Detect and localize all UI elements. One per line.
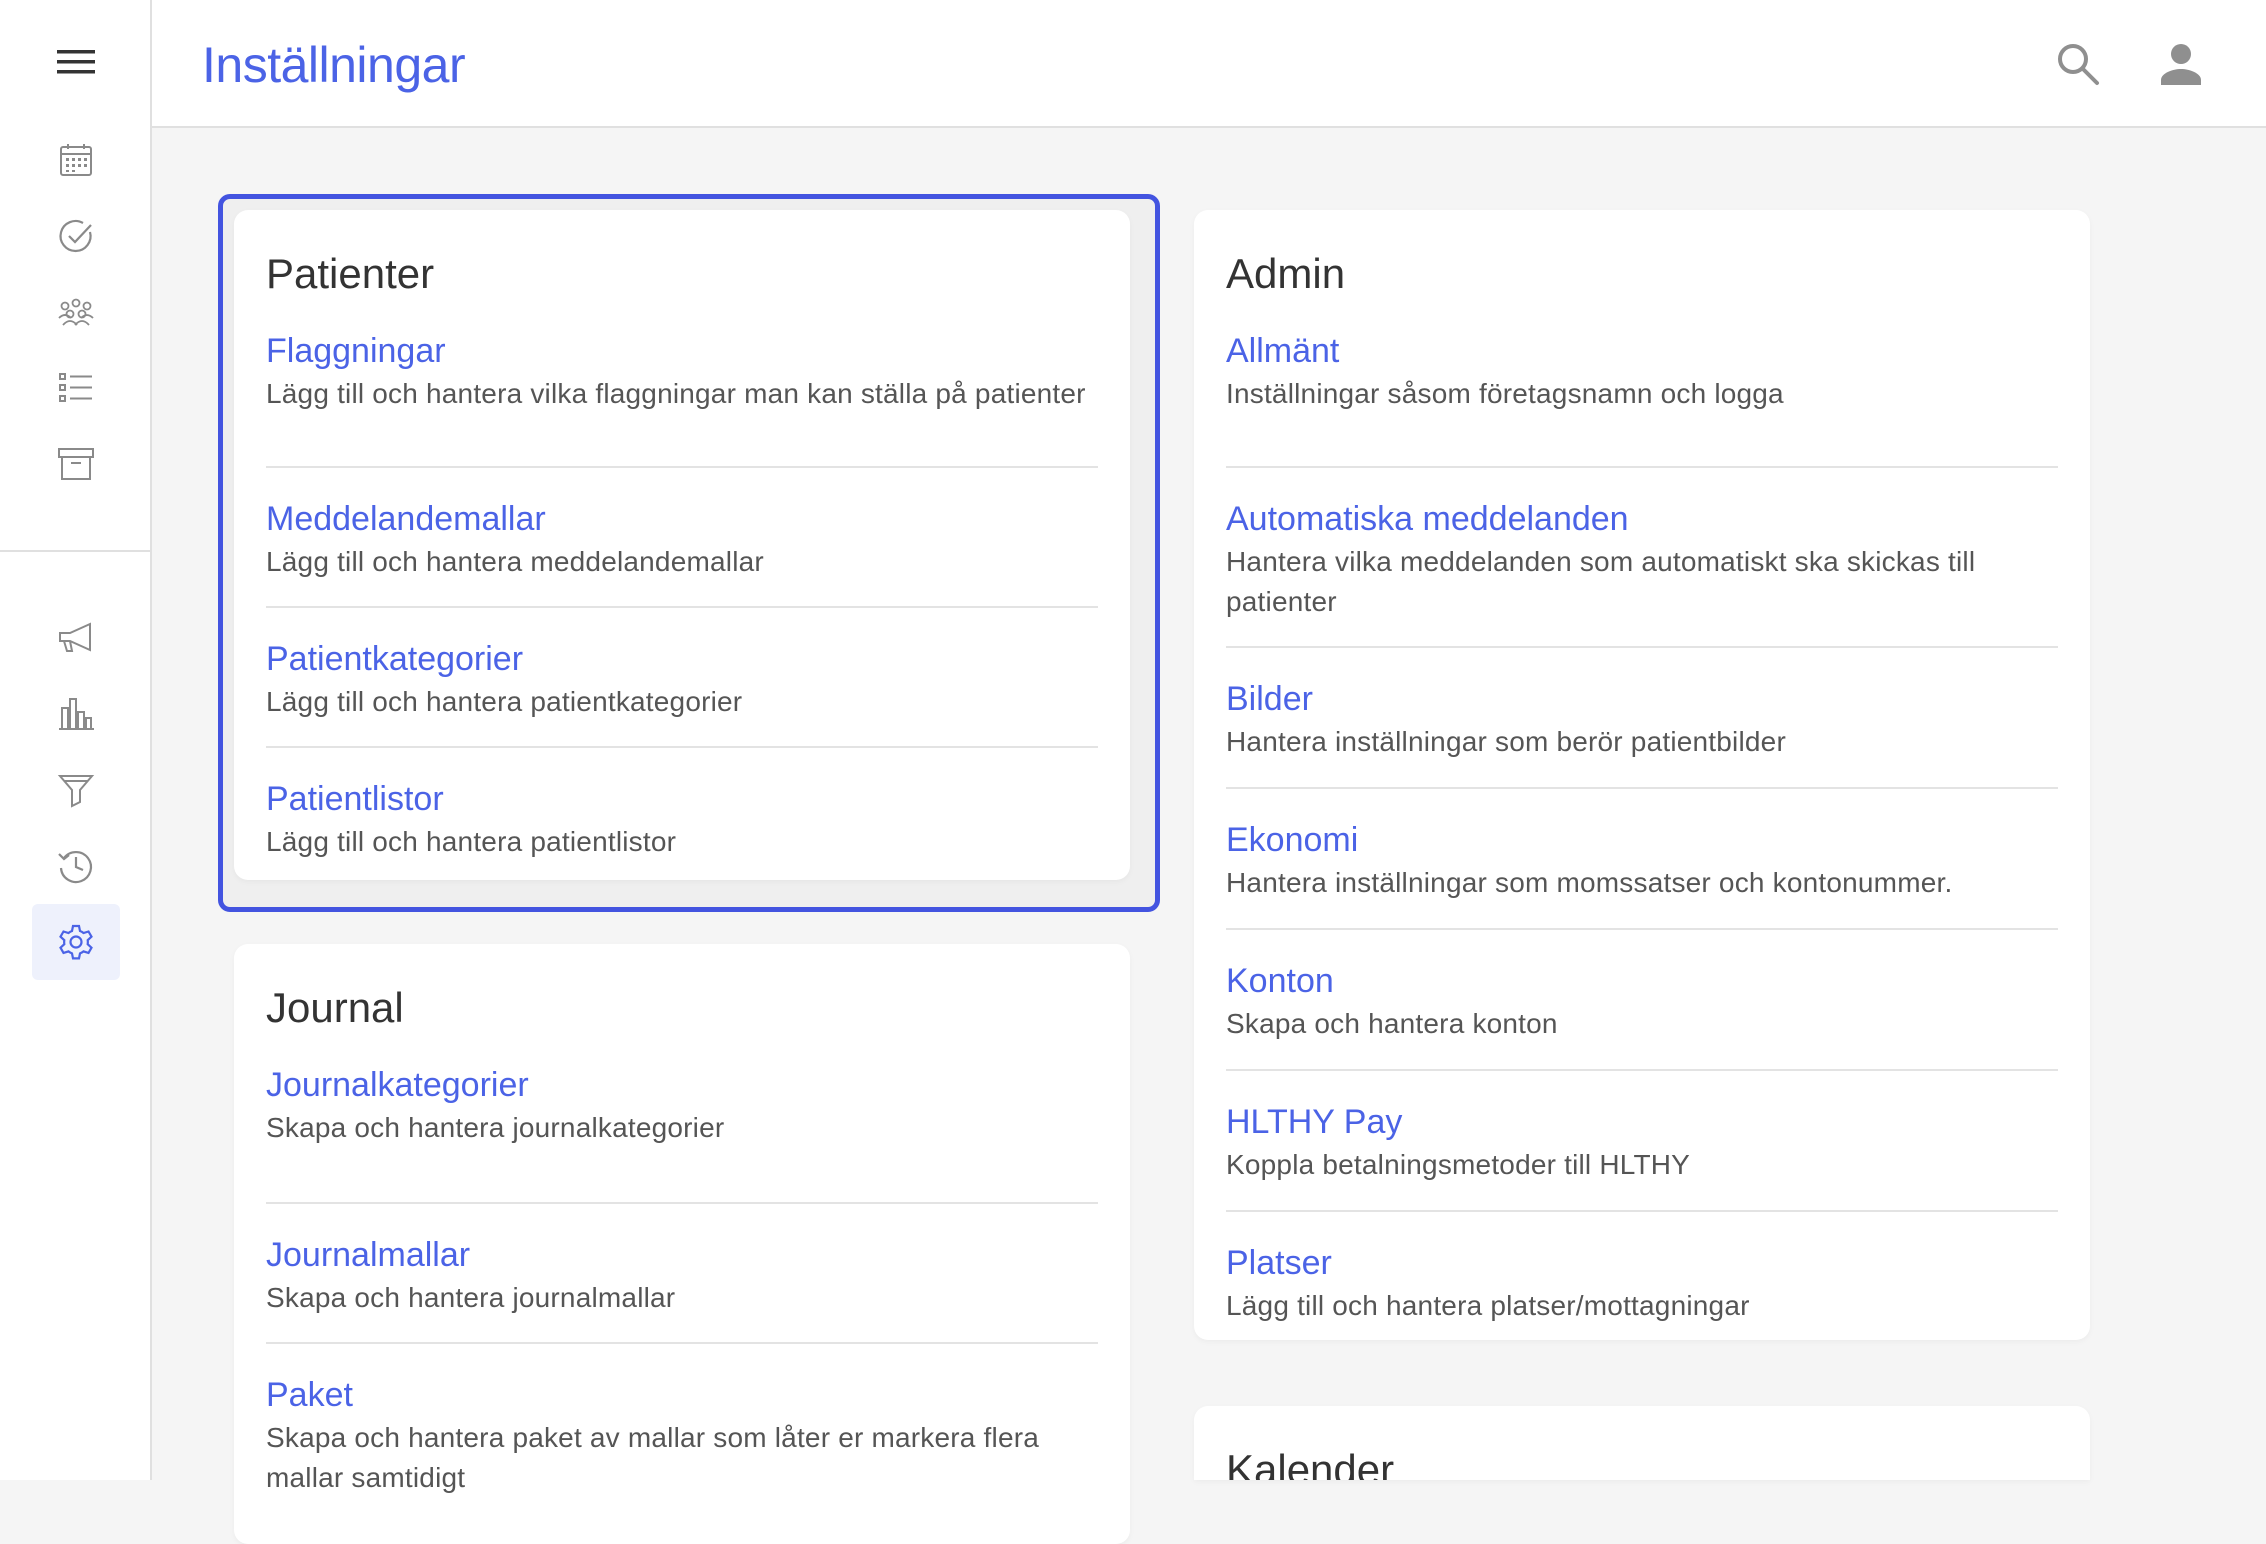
search-icon[interactable] xyxy=(2048,34,2108,94)
item-title: HLTHY Pay xyxy=(1226,1103,1403,1141)
calendar-icon[interactable] xyxy=(32,122,120,198)
item-title: Journalkategorier xyxy=(266,1066,529,1104)
settings-item-paket[interactable]: Paket Skapa och hantera paket av mallar … xyxy=(266,1344,1098,1514)
top-bar: Inställningar xyxy=(152,0,2266,128)
card-patienter: Patienter Flaggningar Lägg till och hant… xyxy=(234,210,1130,880)
item-title: Flaggningar xyxy=(266,332,446,370)
settings-icon[interactable] xyxy=(32,904,120,980)
settings-item-automatiska-meddelanden[interactable]: Automatiska meddelanden Hantera vilka me… xyxy=(1226,468,2058,648)
settings-item-patientlistor[interactable]: Patientlistor Lägg till och hantera pati… xyxy=(266,748,1098,878)
list-icon[interactable] xyxy=(32,350,120,426)
card-admin: Admin Allmänt Inställningar såsom företa… xyxy=(1194,210,2090,1340)
card-journal: Journal Journalkategorier Skapa och hant… xyxy=(234,944,1130,1544)
item-description: Lägg till och hantera platser/mottagning… xyxy=(1226,1290,1750,1321)
settings-item-journalmallar[interactable]: Journalmallar Skapa och hantera journalm… xyxy=(266,1204,1098,1344)
item-title: Patientlistor xyxy=(266,780,444,818)
settings-item-platser[interactable]: Platser Lägg till och hantera platser/mo… xyxy=(1226,1212,2058,1342)
settings-item-bilder[interactable]: Bilder Hantera inställningar som berör p… xyxy=(1226,648,2058,789)
item-description: Lägg till och hantera patientlistor xyxy=(266,826,677,857)
bar-chart-icon[interactable] xyxy=(32,676,120,752)
item-title: Paket xyxy=(266,1376,353,1414)
settings-item-journalkategorier[interactable]: Journalkategorier Skapa och hantera jour… xyxy=(266,1062,1098,1204)
card-title: Admin xyxy=(1226,250,1346,297)
item-description: Skapa och hantera journalkategorier xyxy=(266,1112,725,1143)
card-kalender: Kalender xyxy=(1194,1406,2090,1480)
filter-icon[interactable] xyxy=(32,752,120,828)
settings-item-flaggningar[interactable]: Flaggningar Lägg till och hantera vilka … xyxy=(266,328,1098,468)
item-description: Hantera vilka meddelanden som automatisk… xyxy=(1226,546,1976,617)
item-description: Koppla betalningsmetoder till HLTHY xyxy=(1226,1149,1691,1180)
item-title: Meddelandemallar xyxy=(266,500,546,538)
check-circle-icon[interactable] xyxy=(32,198,120,274)
card-title: Kalender xyxy=(1226,1446,1395,1480)
card-title: Journal xyxy=(266,984,404,1031)
group-icon[interactable] xyxy=(32,274,120,350)
item-description: Skapa och hantera konton xyxy=(1226,1008,1558,1039)
item-title: Konton xyxy=(1226,962,1334,1000)
archive-icon[interactable] xyxy=(32,426,120,502)
item-title: Automatiska meddelanden xyxy=(1226,500,1629,538)
item-title: Bilder xyxy=(1226,680,1313,718)
settings-item-konton[interactable]: Konton Skapa och hantera konton xyxy=(1226,930,2058,1071)
item-description: Lägg till och hantera patientkategorier xyxy=(266,686,743,717)
megaphone-icon[interactable] xyxy=(32,600,120,676)
menu-icon[interactable] xyxy=(44,42,108,82)
settings-item-ekonomi[interactable]: Ekonomi Hantera inställningar som momssa… xyxy=(1226,789,2058,930)
item-description: Hantera inställningar som momssatser och… xyxy=(1226,867,1953,898)
sidebar xyxy=(0,0,152,1480)
history-icon[interactable] xyxy=(32,828,120,904)
item-description: Inställningar såsom företagsnamn och log… xyxy=(1226,378,1784,409)
item-title: Patientkategorier xyxy=(266,640,524,678)
item-description: Lägg till och hantera meddelandemallar xyxy=(266,546,764,577)
settings-item-allmant[interactable]: Allmänt Inställningar såsom företagsnamn… xyxy=(1226,328,2058,468)
settings-item-meddelandemallar[interactable]: Meddelandemallar Lägg till och hantera m… xyxy=(266,468,1098,608)
settings-item-hlthy-pay[interactable]: HLTHY Pay Koppla betalningsmetoder till … xyxy=(1226,1071,2058,1212)
user-avatar-icon[interactable] xyxy=(2151,34,2211,94)
item-description: Skapa och hantera journalmallar xyxy=(266,1282,676,1313)
item-title: Allmänt xyxy=(1226,332,1340,370)
item-title: Journalmallar xyxy=(266,1236,471,1274)
item-description: Lägg till och hantera vilka flaggningar … xyxy=(266,378,1086,409)
item-title: Ekonomi xyxy=(1226,821,1359,859)
item-title: Platser xyxy=(1226,1244,1332,1282)
settings-item-patientkategorier[interactable]: Patientkategorier Lägg till och hantera … xyxy=(266,608,1098,748)
item-description: Hantera inställningar som berör patientb… xyxy=(1226,726,1786,757)
item-description: Skapa och hantera paket av mallar som lå… xyxy=(266,1422,1040,1493)
page-title: Inställningar xyxy=(202,37,466,93)
sidebar-divider xyxy=(0,550,152,552)
card-title: Patienter xyxy=(266,250,435,297)
